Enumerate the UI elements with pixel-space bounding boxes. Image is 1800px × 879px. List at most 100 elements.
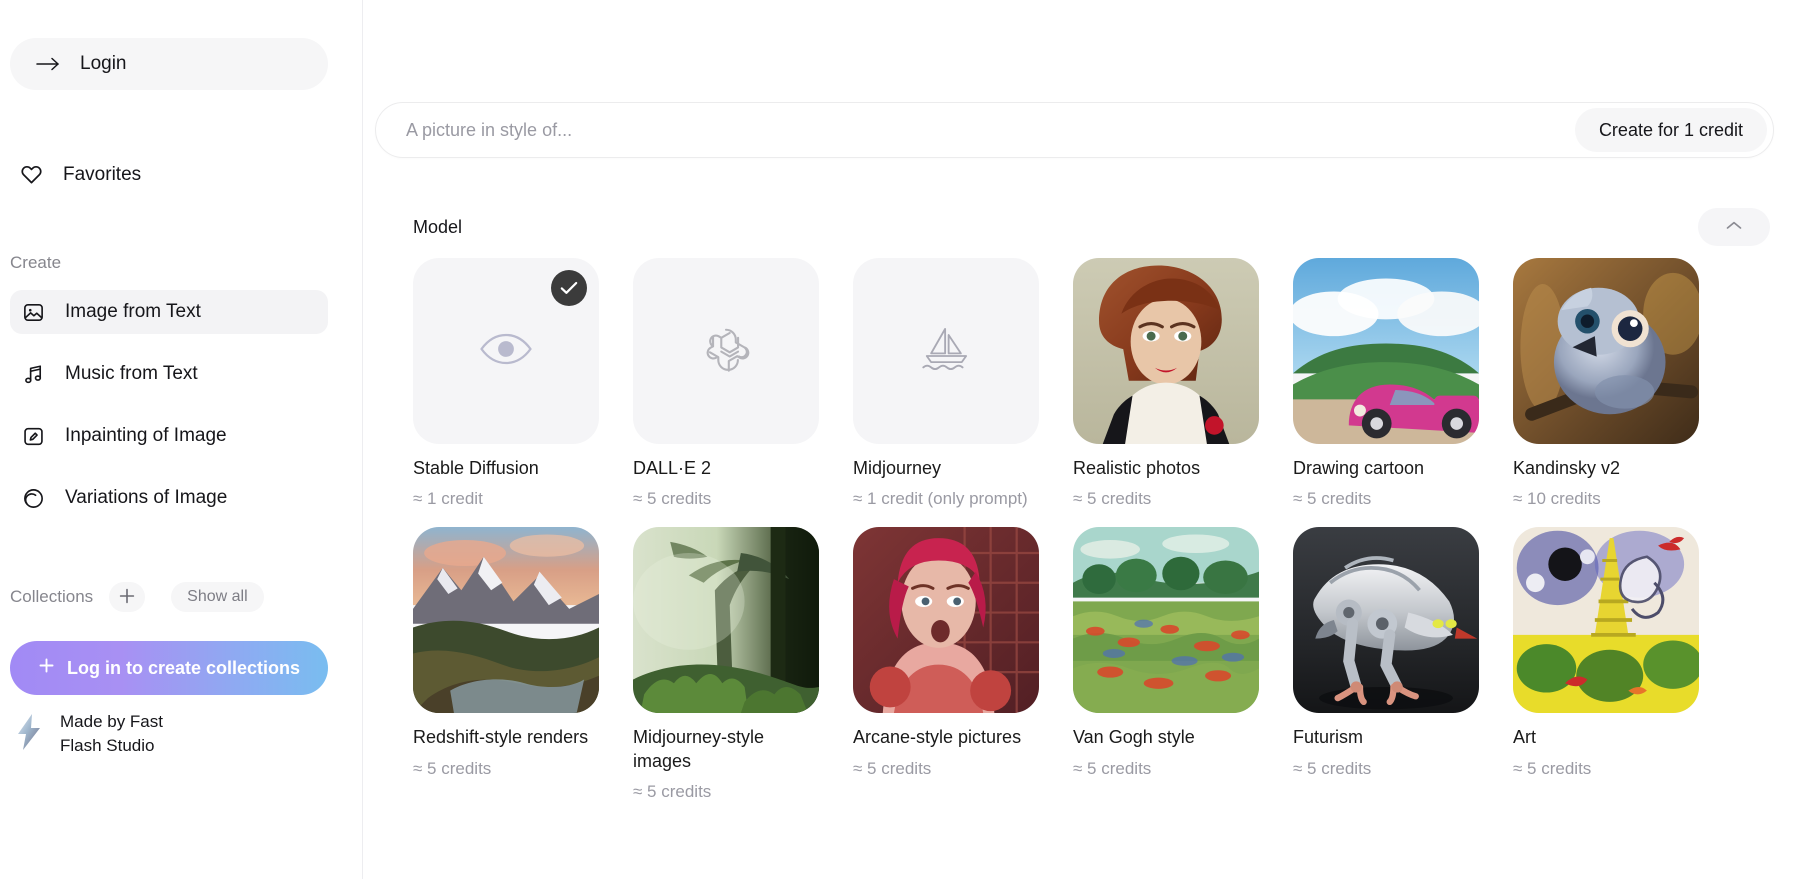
arrow-right-icon	[36, 56, 62, 72]
model-name: Arcane-style pictures	[853, 727, 1022, 748]
model-card[interactable]: DALL·E 2 ≈ 5 credits	[633, 258, 819, 511]
model-card[interactable]: Stable Diffusion ≈ 1 credit	[413, 258, 599, 511]
made-by-line1: Made by Fast	[60, 711, 163, 731]
login-label: Login	[80, 53, 127, 74]
model-card[interactable]: Midjourney-style images ≈ 5 credits	[633, 527, 819, 804]
model-card[interactable]: Arcane-style pictures ≈ 5 credits	[853, 527, 1039, 804]
login-button[interactable]: Login	[10, 38, 328, 90]
model-thumbnail[interactable]	[1073, 258, 1259, 444]
collapse-model-section-button[interactable]	[1698, 208, 1770, 246]
model-credits: ≈ 5 credits	[633, 782, 712, 802]
bird-art-icon	[1513, 258, 1699, 444]
model-card[interactable]: Drawing cartoon ≈ 5 credits	[1293, 258, 1479, 511]
model-card[interactable]: Futurism ≈ 5 credits	[1293, 527, 1479, 804]
model-credits: ≈ 5 credits	[413, 758, 492, 778]
create-section-title: Create	[10, 253, 62, 272]
sidebar: Login Favorites Create Image from Text M…	[0, 0, 363, 879]
model-thumbnail[interactable]	[413, 527, 599, 714]
model-credits: ≈ 5 credits	[1293, 758, 1372, 778]
robot-art-icon	[1293, 527, 1479, 714]
model-credits: ≈ 10 credits	[1513, 489, 1601, 509]
model-credits: ≈ 5 credits	[1513, 758, 1592, 778]
model-thumbnail[interactable]	[633, 527, 819, 714]
model-thumbnail[interactable]	[1293, 527, 1479, 714]
model-name: Midjourney-style images	[633, 727, 765, 771]
sidebar-item-label: Variations of Image	[65, 487, 228, 508]
plus-icon	[38, 657, 55, 679]
model-name: Drawing cartoon	[1293, 458, 1425, 478]
sailboat-art-icon	[918, 321, 974, 382]
model-name: DALL·E 2	[633, 458, 712, 478]
prompt-bar: Create for 1 credit	[375, 102, 1774, 158]
inpainting-icon	[22, 425, 45, 448]
collections-header: Collections Show all	[10, 582, 328, 612]
model-name: Midjourney	[853, 458, 942, 478]
model-section-title: Model	[413, 216, 463, 237]
sidebar-item-variations-of-image[interactable]: Variations of Image	[10, 476, 328, 520]
model-name: Realistic photos	[1073, 458, 1201, 478]
model-thumbnail[interactable]	[413, 258, 599, 444]
model-credits: ≈ 5 credits	[1073, 758, 1152, 778]
openai-art-icon	[698, 321, 754, 382]
model-name: Kandinsky v2	[1513, 458, 1621, 478]
main-content: Create for 1 credit Model Sta	[363, 0, 1800, 879]
create-nav-list: Image from Text Music from Text Inpainti…	[10, 290, 328, 538]
model-card[interactable]: Kandinsky v2 ≈ 10 credits	[1513, 258, 1699, 511]
add-collection-button[interactable]	[109, 582, 146, 612]
collections-title: Collections	[10, 587, 94, 606]
made-by-line2: Flash Studio	[60, 736, 155, 756]
login-to-create-collections-label: Log in to create collections	[66, 657, 301, 678]
model-card[interactable]: Van Gogh style ≈ 5 credits	[1073, 527, 1259, 804]
sidebar-item-favorites[interactable]: Favorites	[20, 163, 141, 186]
abstract-art-icon	[1513, 527, 1699, 714]
music-note-icon	[22, 363, 45, 386]
selected-check-badge	[551, 270, 587, 306]
model-thumbnail[interactable]	[853, 258, 1039, 444]
model-credits: ≈ 5 credits	[853, 758, 932, 778]
model-name: Van Gogh style	[1073, 727, 1195, 748]
made-by-footer: Made by Fast Flash Studio	[14, 710, 163, 759]
lightning-bolt-icon	[14, 713, 44, 756]
model-thumbnail[interactable]	[633, 258, 819, 444]
model-thumbnail[interactable]	[1513, 527, 1699, 714]
model-credits: ≈ 1 credit	[413, 489, 483, 509]
model-credits: ≈ 5 credits	[633, 489, 712, 509]
show-all-collections-button[interactable]: Show all	[171, 582, 264, 612]
model-card[interactable]: Realistic photos ≈ 5 credits	[1073, 258, 1259, 511]
model-thumbnail[interactable]	[1293, 258, 1479, 444]
login-to-create-collections-button[interactable]: Log in to create collections	[10, 641, 328, 695]
model-card[interactable]: Art ≈ 5 credits	[1513, 527, 1699, 804]
sidebar-item-label: Image from Text	[65, 301, 201, 322]
vangogh-art-icon	[1073, 527, 1259, 714]
model-grid: Stable Diffusion ≈ 1 credit DALL·E 2 ≈ 5…	[413, 258, 1800, 804]
eye-art-icon	[478, 321, 534, 382]
model-name: Art	[1513, 727, 1537, 748]
model-thumbnail[interactable]	[1073, 527, 1259, 714]
mountains-art-icon	[413, 527, 599, 714]
chevron-up-icon	[1725, 220, 1743, 235]
model-card[interactable]: Redshift-style renders ≈ 5 credits	[413, 527, 599, 804]
forest-art-icon	[633, 527, 819, 714]
plus-icon	[118, 587, 136, 608]
model-credits: ≈ 5 credits	[1073, 489, 1152, 509]
model-section-header: Model	[413, 208, 1770, 246]
car-art-icon	[1293, 258, 1479, 444]
sidebar-item-music-from-text[interactable]: Music from Text	[10, 352, 328, 396]
sidebar-item-label: Inpainting of Image	[65, 425, 227, 446]
model-name: Futurism	[1293, 727, 1364, 748]
arcane-art-icon	[853, 527, 1039, 714]
model-thumbnail[interactable]	[1513, 258, 1699, 444]
sidebar-item-label: Music from Text	[65, 363, 198, 384]
create-for-credit-button[interactable]: Create for 1 credit	[1574, 108, 1767, 152]
model-name: Redshift-style renders	[413, 727, 589, 748]
model-thumbnail[interactable]	[853, 527, 1039, 714]
portrait-art-icon	[1073, 258, 1259, 444]
sidebar-item-inpainting-of-image[interactable]: Inpainting of Image	[10, 414, 328, 458]
heart-icon	[20, 163, 43, 186]
variations-icon	[22, 487, 45, 510]
model-credits: ≈ 1 credit (only prompt)	[853, 489, 1028, 509]
model-name: Stable Diffusion	[413, 458, 539, 478]
sidebar-item-image-from-text[interactable]: Image from Text	[10, 290, 328, 334]
prompt-input[interactable]	[376, 119, 1575, 141]
model-card[interactable]: Midjourney ≈ 1 credit (only prompt)	[853, 258, 1039, 511]
